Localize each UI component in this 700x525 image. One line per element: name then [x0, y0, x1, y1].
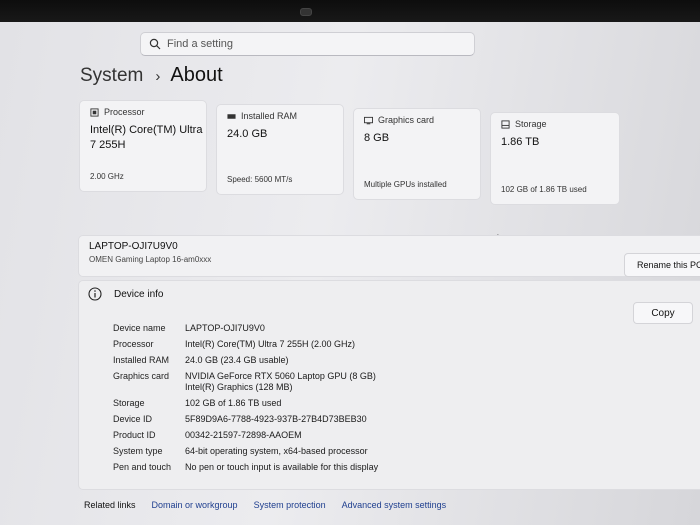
spec-row-device-id: Device ID 5F89D9A6-7788-4923-937B-27B4D7… — [113, 414, 378, 425]
spec-value-secondary: Intel(R) Graphics (128 MB) — [185, 382, 293, 392]
spec-key: Device name — [113, 323, 166, 333]
spec-key: Pen and touch — [113, 462, 172, 472]
processor-card-label-row: Processor — [90, 107, 145, 117]
device-hostname: LAPTOP-OJI7U9V0 — [89, 241, 178, 252]
processor-icon — [90, 107, 99, 117]
spec-value: Intel(R) Core(TM) Ultra 7 255H (2.00 GHz… — [185, 339, 356, 349]
ram-card-label-row: Installed RAM — [227, 111, 297, 121]
related-links-title: Related links — [84, 500, 136, 510]
storage-card-sub: 102 GB of 1.86 TB used — [501, 185, 587, 194]
copy-button[interactable]: Copy — [633, 302, 693, 324]
webcam — [300, 8, 312, 16]
spec-value: LAPTOP-OJI7U9V0 — [185, 323, 265, 333]
spec-value: 102 GB of 1.86 TB used — [185, 398, 282, 408]
spec-key: System type — [113, 446, 163, 456]
spec-row-graphics-card: Graphics card NVIDIA GeForce RTX 5060 La… — [113, 371, 378, 393]
rename-pc-button[interactable]: Rename this PC — [624, 253, 700, 277]
spec-key: Graphics card — [113, 371, 170, 381]
graphics-card-icon — [364, 116, 373, 124]
search-input[interactable] — [167, 38, 457, 50]
processor-card-value: Intel(R) Core(TM) Ultra 7 255H — [90, 124, 203, 151]
spec-row-pen-touch: Pen and touch No pen or touch input is a… — [113, 462, 378, 473]
spec-row-product-id: Product ID 00342-21597-72898-AAOEM — [113, 430, 378, 441]
link-domain-workgroup[interactable]: Domain or workgroup — [152, 500, 238, 510]
spec-key: Storage — [113, 398, 145, 408]
spec-value: 00342-21597-72898-AAOEM — [185, 430, 302, 440]
storage-card-value: 1.86 TB — [501, 136, 540, 148]
spec-row-system-type: System type 64-bit operating system, x64… — [113, 446, 378, 457]
spec-value: NVIDIA GeForce RTX 5060 Laptop GPU (8 GB… — [185, 371, 376, 381]
breadcrumb-separator: › — [155, 68, 161, 85]
ram-card-label: Installed RAM — [241, 111, 298, 121]
settings-window: System › About Processor Intel(R) Core(T… — [0, 22, 700, 525]
spec-value: 5F89D9A6-7788-4923-937B-27B4D73BEB30 — [185, 414, 367, 424]
ram-card-value: 24.0 GB — [227, 128, 268, 140]
spec-value: No pen or touch input is available for t… — [185, 462, 379, 472]
device-spec-table: Device name LAPTOP-OJI7U9V0 Processor In… — [113, 323, 378, 473]
search-icon — [149, 38, 161, 50]
related-links-bar: Related links Domain or workgroup System… — [78, 490, 700, 520]
storage-card-label-row: Storage — [501, 119, 547, 129]
graphics-card-label-row: Graphics card — [364, 115, 434, 125]
spec-value: 64-bit operating system, x64-based proce… — [185, 446, 368, 456]
device-info-header[interactable]: Device info — [88, 287, 163, 301]
device-model: OMEN Gaming Laptop 16-am0xxx — [89, 255, 212, 264]
breadcrumb: System › About — [80, 64, 223, 87]
info-icon — [88, 287, 102, 301]
graphics-card-label: Graphics card — [378, 115, 435, 125]
spec-row-storage: Storage 102 GB of 1.86 TB used — [113, 398, 378, 409]
search-box[interactable] — [140, 32, 475, 56]
storage-card: Storage 1.86 TB 102 GB of 1.86 TB used — [490, 112, 620, 205]
spec-key: Device ID — [113, 414, 153, 424]
link-advanced-system-settings[interactable]: Advanced system settings — [342, 500, 447, 510]
spec-value-multiline: NVIDIA GeForce RTX 5060 Laptop GPU (8 GB… — [185, 371, 376, 393]
ram-card-sub: Speed: 5600 MT/s — [227, 175, 293, 184]
spec-value: 24.0 GB (23.4 GB usable) — [185, 355, 289, 365]
spec-key: Installed RAM — [113, 355, 170, 365]
storage-icon — [501, 119, 510, 129]
ram-card: Installed RAM 24.0 GB Speed: 5600 MT/s — [216, 104, 344, 195]
page-title: About — [170, 64, 223, 86]
spec-row-processor: Processor Intel(R) Core(TM) Ultra 7 255H… — [113, 339, 378, 350]
graphics-card-value: 8 GB — [364, 132, 390, 144]
device-info-title: Device info — [114, 288, 164, 300]
processor-card-label: Processor — [104, 107, 145, 117]
link-system-protection[interactable]: System protection — [254, 500, 326, 510]
spec-key: Processor — [113, 339, 154, 349]
storage-card-label: Storage — [515, 119, 547, 129]
graphics-card-card: Graphics card 8 GB Multiple GPUs install… — [353, 108, 481, 200]
spec-row-device-name: Device name LAPTOP-OJI7U9V0 — [113, 323, 378, 334]
ram-icon — [227, 113, 236, 119]
processor-card: Processor Intel(R) Core(TM) Ultra 7 255H… — [79, 100, 207, 192]
spec-row-installed-ram: Installed RAM 24.0 GB (23.4 GB usable) — [113, 355, 378, 366]
processor-card-sub: 2.00 GHz — [90, 172, 124, 181]
spec-key: Product ID — [113, 430, 156, 440]
graphics-card-sub: Multiple GPUs installed — [364, 180, 447, 189]
breadcrumb-system[interactable]: System — [80, 65, 143, 87]
device-name-row: LAPTOP-OJI7U9V0 OMEN Gaming Laptop 16-am… — [78, 235, 700, 277]
